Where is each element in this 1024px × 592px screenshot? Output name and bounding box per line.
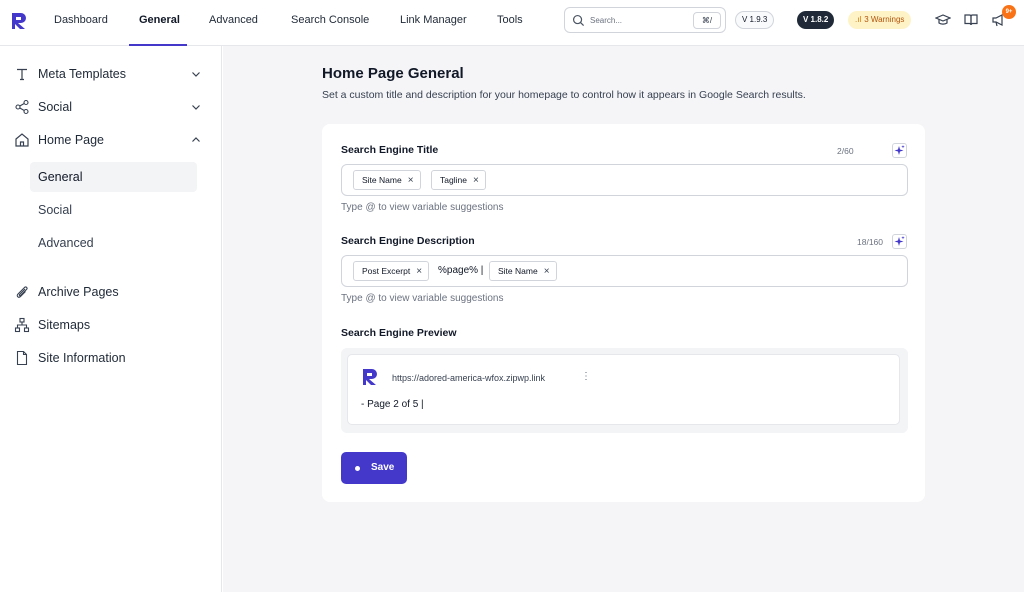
home-icon — [15, 133, 29, 147]
nav-advanced[interactable]: Advanced — [209, 14, 258, 26]
sidebar-item-social[interactable]: Social — [14, 94, 206, 120]
search-input[interactable]: Search... ⌘/ — [564, 7, 726, 33]
ai-generate-title-button[interactable] — [892, 143, 907, 158]
sidebar-item-archive-pages[interactable]: Archive Pages — [14, 279, 206, 305]
sparkle-icon — [894, 145, 905, 155]
rankmath-logo-icon[interactable] — [10, 11, 30, 31]
description-char-counter: 18/160 — [857, 237, 883, 247]
sparkle-icon — [894, 236, 905, 246]
sidebar-item-sitemaps[interactable]: Sitemaps — [14, 312, 206, 338]
signal-bars-icon: .ıl — [855, 15, 862, 24]
sitemap-icon — [14, 317, 30, 333]
variable-tag-site-name[interactable]: Site Name × — [353, 170, 421, 190]
title-hint: Type @ to view variable suggestions — [341, 202, 504, 213]
variable-tag-tagline[interactable]: Tagline × — [431, 170, 486, 190]
preview-label: Search Engine Preview — [341, 327, 457, 339]
paperclip-icon — [16, 286, 28, 298]
sidebar-item-home-page[interactable]: Home Page — [14, 127, 206, 153]
book-icon[interactable] — [963, 12, 979, 28]
remove-tag-icon[interactable]: × — [408, 175, 414, 186]
notification-count-badge: 9+ — [1002, 5, 1016, 19]
tag-label: Post Excerpt — [362, 266, 411, 276]
sidebar-item-label: Social — [38, 100, 73, 114]
chevron-down-icon — [192, 105, 200, 110]
search-shortcut: ⌘/ — [693, 12, 721, 29]
nav-tools[interactable]: Tools — [497, 14, 523, 26]
sidebar-item-site-information[interactable]: Site Information — [14, 345, 206, 371]
save-button-label: Save — [371, 462, 395, 473]
page-subtitle: Set a custom title and description for y… — [322, 89, 806, 101]
warnings-label: 3 Warnings — [864, 15, 905, 24]
save-button[interactable]: Save — [341, 452, 407, 484]
tag-label: Site Name — [498, 266, 538, 276]
warnings-badge[interactable]: .ıl 3 Warnings — [848, 11, 912, 29]
tag-label: Site Name — [362, 175, 402, 185]
sidebar: Meta Templates Social Home Page General … — [0, 46, 222, 592]
preview-url: https://adored-america-wfox.zipwp.link — [392, 373, 546, 383]
tag-label: Tagline — [440, 175, 467, 185]
preview-title: - Page 2 of 5 | — [361, 399, 424, 410]
sidebar-item-label: Archive Pages — [38, 285, 119, 299]
main-content: Home Page General Set a custom title and… — [223, 46, 1024, 592]
version-badge-free[interactable]: V 1.9.3 — [735, 11, 775, 29]
sidebar-subitem-general[interactable]: General — [30, 162, 197, 192]
settings-card: Search Engine Title 2/60 Site Name × Tagl… — [322, 124, 925, 502]
nav-search-console[interactable]: Search Console — [291, 14, 369, 26]
search-placeholder: Search... — [590, 16, 623, 25]
sidebar-item-label: Meta Templates — [38, 67, 127, 81]
search-icon — [572, 14, 585, 27]
sidebar-subitem-advanced[interactable]: Advanced — [30, 228, 197, 258]
search-preview-card: https://adored-america-wfox.zipwp.link ⋮… — [347, 354, 900, 425]
search-preview-container: https://adored-america-wfox.zipwp.link ⋮… — [341, 348, 908, 433]
variable-tag-site-name[interactable]: Site Name × — [489, 261, 557, 281]
page-title: Home Page General — [322, 65, 464, 82]
nav-dashboard[interactable]: Dashboard — [54, 14, 108, 26]
site-favicon-icon — [363, 369, 377, 385]
chevron-up-icon — [192, 137, 200, 142]
more-vertical-icon: ⋮ — [581, 371, 591, 382]
sidebar-item-meta-templates[interactable]: Meta Templates — [14, 61, 206, 87]
description-text: %page% | — [438, 265, 484, 276]
description-input[interactable]: Post Excerpt × %page% | Site Name × — [341, 255, 908, 287]
remove-tag-icon[interactable]: × — [416, 266, 422, 277]
version-badge-pro[interactable]: V 1.8.2 — [797, 11, 835, 29]
graduation-cap-icon[interactable] — [935, 12, 951, 28]
title-input[interactable]: Site Name × Tagline × — [341, 164, 908, 196]
remove-tag-icon[interactable]: × — [544, 266, 550, 277]
chevron-down-icon — [192, 72, 200, 77]
file-icon — [16, 350, 28, 366]
sidebar-item-label: Site Information — [38, 351, 126, 365]
description-hint: Type @ to view variable suggestions — [341, 293, 504, 304]
nav-general[interactable]: General — [139, 14, 180, 26]
dot-icon — [355, 466, 360, 471]
remove-tag-icon[interactable]: × — [473, 175, 479, 186]
nav-link-manager[interactable]: Link Manager — [400, 14, 467, 26]
title-char-counter: 2/60 — [837, 146, 854, 156]
top-bar: Dashboard General Advanced Search Consol… — [0, 0, 1024, 46]
share-icon — [15, 99, 29, 115]
description-field-label: Search Engine Description — [341, 235, 475, 247]
variable-tag-post-excerpt[interactable]: Post Excerpt × — [353, 261, 430, 281]
sidebar-item-label: Home Page — [38, 133, 105, 147]
sidebar-item-label: Sitemaps — [38, 318, 91, 332]
type-icon — [17, 68, 27, 81]
title-field-label: Search Engine Title — [341, 144, 439, 156]
sidebar-subitem-social[interactable]: Social — [30, 195, 197, 225]
ai-generate-description-button[interactable] — [892, 234, 907, 249]
